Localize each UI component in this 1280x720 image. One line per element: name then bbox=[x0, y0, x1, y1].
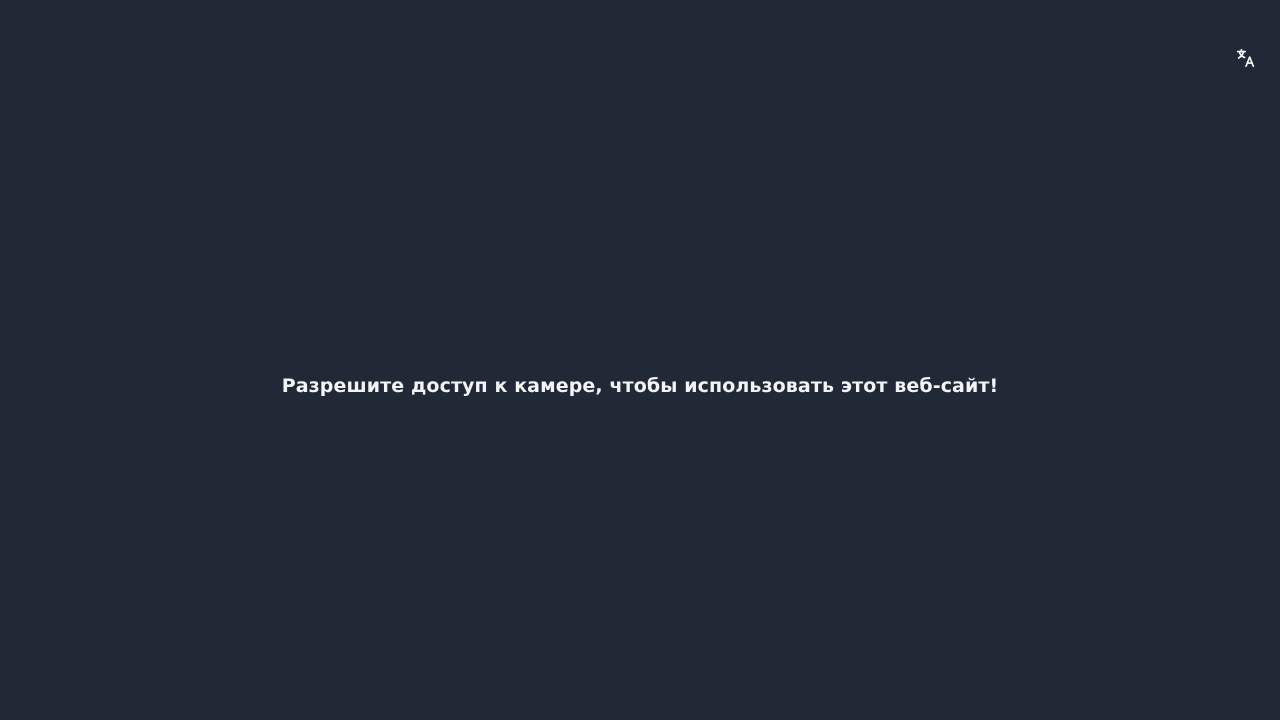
translate-icon bbox=[1235, 47, 1257, 69]
translate-button[interactable] bbox=[1234, 46, 1258, 70]
camera-permission-message: Разрешите доступ к камере, чтобы использ… bbox=[281, 375, 999, 397]
